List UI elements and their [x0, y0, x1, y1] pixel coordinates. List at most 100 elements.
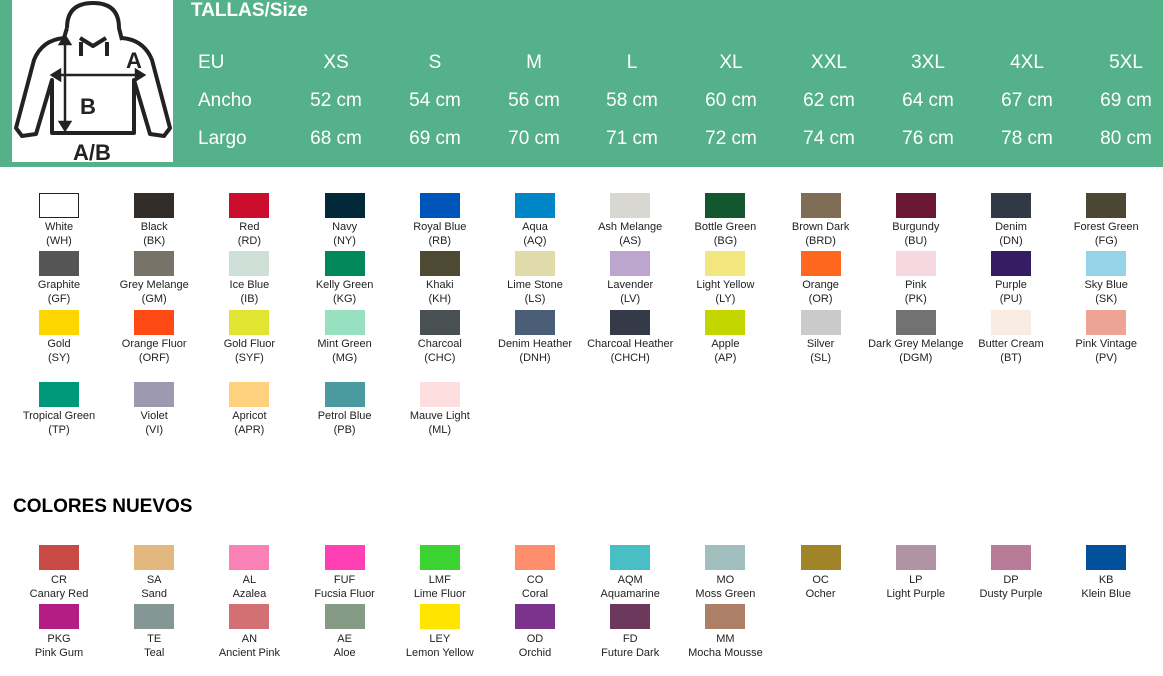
size-header-label: EU	[198, 52, 225, 73]
color-swatch	[705, 193, 746, 218]
color-swatch	[610, 604, 651, 629]
color-swatch	[1086, 193, 1127, 218]
color-swatch	[991, 545, 1031, 570]
color-swatch	[39, 382, 79, 407]
color-swatch	[515, 193, 555, 218]
hoodie-icon: A B A/B	[14, 1, 172, 165]
color-swatch	[324, 251, 365, 276]
size-value: 74 cm	[803, 128, 855, 149]
color-swatch	[419, 310, 460, 335]
size-header: M	[526, 52, 542, 73]
color-code: (ML)	[428, 424, 452, 436]
size-value: 72 cm	[705, 128, 757, 149]
color-name: Mauve Light	[409, 410, 470, 422]
color-swatch	[324, 604, 365, 629]
color-swatch	[800, 545, 841, 570]
color-swatch	[324, 382, 365, 407]
color-name: Mocha Mousse	[688, 647, 763, 659]
label-ab: A/B	[73, 140, 111, 162]
color-swatch	[705, 251, 746, 276]
color-name: Klein Blue	[1081, 588, 1131, 600]
size-header: 3XL	[911, 52, 945, 73]
color-label: KB Klein Blue	[1046, 573, 1163, 601]
color-swatch	[419, 193, 460, 218]
color-swatch	[991, 251, 1031, 276]
color-swatch	[610, 545, 651, 570]
color-swatch	[229, 545, 270, 570]
color-swatch	[895, 545, 936, 570]
size-header: 4XL	[1010, 52, 1044, 73]
color-swatch	[324, 545, 365, 570]
color-swatch	[800, 251, 841, 276]
color-swatch	[229, 193, 270, 218]
color-swatch	[39, 251, 79, 276]
color-swatch	[324, 310, 365, 335]
color-swatch	[134, 382, 175, 407]
color-swatch	[1086, 545, 1127, 570]
size-header: L	[626, 52, 638, 73]
color-code: KB	[1098, 574, 1114, 586]
color-swatch	[705, 545, 746, 570]
color-swatch	[134, 604, 175, 629]
size-value: 68 cm	[310, 128, 362, 149]
color-code: (FG)	[1094, 235, 1118, 247]
color-label: Mauve Light (ML)	[380, 409, 500, 437]
color-code: (PV)	[1095, 352, 1118, 364]
size-value: 58 cm	[606, 90, 658, 111]
color-swatch	[134, 251, 175, 276]
color-swatch	[134, 310, 175, 335]
color-swatch	[229, 604, 270, 629]
color-swatch	[419, 382, 460, 407]
color-swatch	[515, 545, 555, 570]
color-swatch	[419, 604, 460, 629]
color-swatch	[895, 251, 936, 276]
size-value: 52 cm	[310, 90, 362, 111]
color-swatch	[229, 382, 270, 407]
size-header: S	[428, 52, 442, 73]
color-name: Sky Blue	[1084, 279, 1128, 291]
size-value: 60 cm	[705, 90, 757, 111]
label-b: B	[80, 94, 96, 119]
color-swatch	[991, 193, 1031, 218]
color-swatch	[800, 193, 841, 218]
color-swatch	[515, 604, 555, 629]
color-swatch	[229, 251, 270, 276]
size-header: XXL	[811, 52, 847, 73]
color-name: Forest Green	[1073, 221, 1139, 233]
size-value: 78 cm	[1001, 128, 1053, 149]
size-value: 76 cm	[902, 128, 954, 149]
color-swatch	[610, 310, 651, 335]
size-value: 62 cm	[803, 90, 855, 111]
size-table: A B A/B TALLAS/Size EU XS S M L XL XXL 3XL 4XL 5X…	[0, 0, 1163, 167]
size-value: 64 cm	[902, 90, 954, 111]
color-swatch	[705, 604, 746, 629]
color-swatch	[610, 193, 651, 218]
color-swatch	[39, 310, 79, 335]
color-swatch	[515, 310, 555, 335]
color-swatch	[39, 193, 79, 218]
size-header: 5XL	[1109, 52, 1143, 73]
color-swatch	[134, 193, 175, 218]
color-code: (SK)	[1095, 293, 1118, 305]
color-swatch	[515, 251, 555, 276]
color-swatch	[705, 310, 746, 335]
hoodie-measurement-diagram: A B A/B	[12, 0, 173, 165]
size-value: 56 cm	[508, 90, 560, 111]
color-swatch	[39, 604, 79, 629]
color-swatch	[800, 310, 841, 335]
color-swatch	[991, 310, 1031, 335]
size-value: 69 cm	[409, 128, 461, 149]
size-row-label: Largo	[198, 128, 247, 149]
color-swatch	[895, 193, 936, 218]
color-swatch	[419, 545, 460, 570]
color-code: MM	[716, 633, 735, 645]
size-table-title: TALLAS/Size	[191, 0, 308, 21]
size-value: 70 cm	[508, 128, 560, 149]
color-name: Pink Vintage	[1075, 338, 1137, 350]
color-swatch	[610, 251, 651, 276]
size-value: 80 cm	[1100, 128, 1152, 149]
color-swatch	[419, 251, 460, 276]
size-row-label: Ancho	[198, 90, 252, 111]
color-swatch	[324, 193, 365, 218]
size-value: 67 cm	[1001, 90, 1053, 111]
